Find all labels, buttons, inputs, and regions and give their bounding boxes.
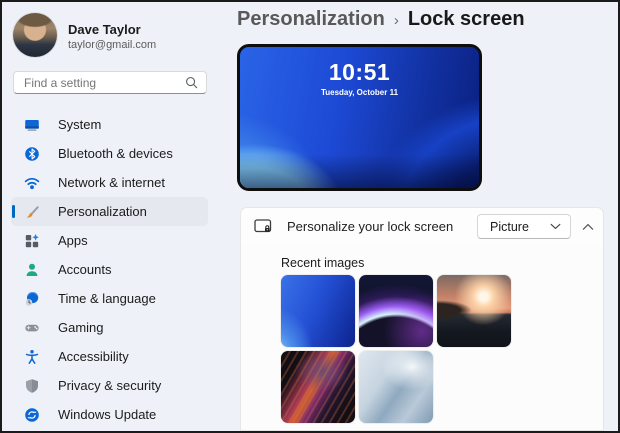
- preview-clock-time: 10:51: [328, 59, 391, 85]
- sidebar-item-label: Time & language: [58, 291, 156, 306]
- bluetooth-icon: [24, 146, 40, 162]
- personalize-card-expanded-content: Recent images: [240, 245, 604, 431]
- sidebar-item-accessibility[interactable]: Accessibility: [11, 342, 208, 371]
- sidebar-item-accounts[interactable]: Accounts: [11, 255, 208, 284]
- sidebar-item-label: Personalization: [58, 204, 147, 219]
- time-language-icon: [24, 291, 40, 307]
- sidebar-item-gaming[interactable]: Gaming: [11, 313, 208, 342]
- personalization-icon: [24, 204, 40, 220]
- recent-images-grid: [281, 275, 513, 423]
- sidebar-item-label: Bluetooth & devices: [58, 146, 173, 161]
- chevron-up-icon: [582, 223, 594, 230]
- sidebar-item-privacy-security[interactable]: Privacy & security: [11, 371, 208, 400]
- chevron-down-icon: [550, 223, 561, 229]
- recent-image-thumbnail[interactable]: [437, 275, 511, 347]
- page-title: Lock screen: [407, 8, 525, 30]
- search-input[interactable]: [24, 75, 185, 90]
- recent-image-thumbnail[interactable]: [281, 351, 355, 423]
- apps-icon: [24, 233, 40, 249]
- user-email: taylor@gmail.com: [68, 39, 157, 51]
- sidebar-item-network-internet[interactable]: Network & internet: [11, 168, 208, 197]
- sidebar-item-label: Apps: [58, 233, 88, 248]
- windows-update-icon: [24, 407, 40, 423]
- accounts-icon: [24, 262, 40, 278]
- dropdown-selected-value: Picture: [490, 219, 529, 234]
- preview-clock-date: Tuesday, October 11: [320, 88, 399, 97]
- settings-window: Dave Taylor taylor@gmail.com System Blue…: [0, 0, 620, 433]
- sidebar-item-label: Privacy & security: [58, 378, 162, 393]
- sidebar-item-system[interactable]: System: [11, 110, 208, 139]
- sidebar-item-windows-update[interactable]: Windows Update: [11, 400, 208, 429]
- sidebar-item-label: Network & internet: [58, 175, 165, 190]
- sidebar-item-label: System: [58, 117, 102, 132]
- sidebar-item-personalization[interactable]: Personalization: [11, 197, 208, 226]
- sidebar-item-label: Gaming: [58, 320, 104, 335]
- system-icon: [24, 117, 40, 133]
- recent-image-thumbnail[interactable]: [359, 351, 433, 423]
- gaming-icon: [24, 320, 40, 336]
- breadcrumb-separator-icon: ›: [393, 12, 399, 29]
- search-icon: [186, 77, 198, 89]
- breadcrumb-parent[interactable]: Personalization: [237, 8, 385, 31]
- network-icon: [24, 175, 40, 191]
- privacy-security-icon: [24, 378, 40, 394]
- recent-images-title: Recent images: [281, 256, 365, 270]
- background-type-dropdown[interactable]: Picture: [477, 214, 571, 239]
- personalize-card-label: Personalize your lock screen: [287, 219, 454, 234]
- accessibility-icon: [24, 349, 40, 365]
- search-box[interactable]: [13, 71, 207, 94]
- recent-image-thumbnail[interactable]: [281, 275, 355, 347]
- sidebar-item-label: Accounts: [58, 262, 112, 277]
- lock-screen-icon: [254, 218, 273, 235]
- user-avatar: [13, 13, 57, 57]
- personalize-lock-screen-card[interactable]: Personalize your lock screen Picture: [240, 207, 604, 246]
- recent-image-thumbnail[interactable]: [359, 275, 433, 347]
- lock-screen-preview: 10:51 Tuesday, October 11: [237, 44, 482, 191]
- breadcrumb: Personalization › Lock screen: [237, 8, 525, 31]
- sidebar-nav: System Bluetooth & devices Network & int…: [11, 110, 208, 429]
- sidebar-item-label: Windows Update: [58, 407, 157, 422]
- sidebar-item-apps[interactable]: Apps: [11, 226, 208, 255]
- user-name: Dave Taylor: [68, 22, 141, 37]
- collapse-expander-button[interactable]: [582, 223, 594, 231]
- sidebar-item-bluetooth-devices[interactable]: Bluetooth & devices: [11, 139, 208, 168]
- sidebar-item-label: Accessibility: [58, 349, 129, 364]
- sidebar-item-time-language[interactable]: Time & language: [11, 284, 208, 313]
